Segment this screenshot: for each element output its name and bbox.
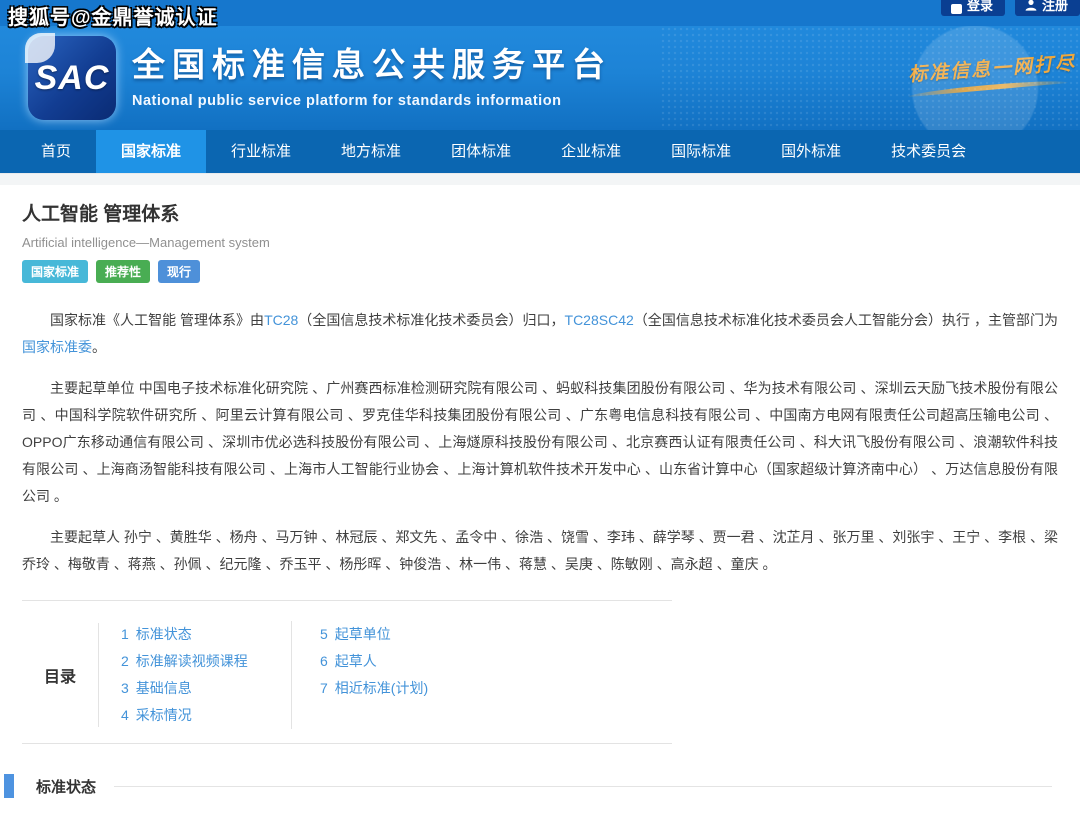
sac-logo-text: SAC xyxy=(35,59,110,98)
toc-link-1[interactable]: 1 标准状态 xyxy=(121,621,291,648)
status-timeline: 发布于 2024-11-28实施于 2024-11-28废止 xyxy=(0,806,1080,821)
status-section: 标准状态 发布于 2024-11-28实施于 2024-11-28废止 xyxy=(0,774,1080,821)
text-segment-0: 国家标准《人工智能 管理体系》由 xyxy=(50,312,264,328)
main-content: 人工智能 管理体系 Artificial intelligence—Manage… xyxy=(0,185,1080,821)
login-label: 登录 xyxy=(967,0,993,14)
header-slogan: 标准信息一网打尽 xyxy=(908,54,1068,90)
table-of-contents: 目录 1 标准状态 2 标准解读视频课程 3 基础信息 4 采标情况 5 起草单位 6 起草人 7 相近… xyxy=(22,600,672,744)
toc-link-label: 起草人 xyxy=(335,653,377,669)
toc-link-label: 基础信息 xyxy=(136,680,192,696)
toc-link-label: 相近标准(计划) xyxy=(335,680,428,696)
status-section-title: 标准状态 xyxy=(36,776,96,797)
nav-item-2[interactable]: 行业标准 xyxy=(206,130,316,173)
watermark-text: 搜狐号@金鼎誉诚认证 xyxy=(8,1,218,30)
nav-item-7[interactable]: 国外标准 xyxy=(756,130,866,173)
login-button[interactable]: 登录 xyxy=(941,0,1005,16)
standard-title: 人工智能 管理体系 xyxy=(22,199,1058,226)
toc-link-label: 标准状态 xyxy=(136,626,192,642)
content-gap xyxy=(0,173,1080,185)
status-heading-row: 标准状态 xyxy=(0,774,1080,798)
toc-num: 7 xyxy=(320,680,328,696)
toc-num: 4 xyxy=(121,707,129,723)
badge-list: 国家标准推荐性现行 xyxy=(22,260,1058,283)
toc-num: 6 xyxy=(320,653,328,669)
text-segment-6: 。 xyxy=(92,339,106,355)
status-heading-rule xyxy=(114,786,1052,787)
inline-link-5[interactable]: 国家标准委 xyxy=(22,339,92,355)
toc-link-6[interactable]: 6 起草人 xyxy=(320,648,428,675)
nav-item-8[interactable]: 技术委员会 xyxy=(866,130,991,173)
nav-item-3[interactable]: 地方标准 xyxy=(316,130,426,173)
toc-column-2: 5 起草单位 6 起草人 7 相近标准(计划) xyxy=(291,621,428,729)
toc-link-5[interactable]: 5 起草单位 xyxy=(320,621,428,648)
page: 搜狐号@金鼎誉诚认证 登录 注册 SAC 全国标准信息公共服务平台 Nation… xyxy=(0,0,1080,821)
nav-list: 首页国家标准行业标准地方标准团体标准企业标准国际标准国外标准技术委员会 xyxy=(0,130,1080,173)
text-segment-2: （全国信息技术标准化技术委员会）归口， xyxy=(298,312,564,328)
site-subtitle: National public service platform for sta… xyxy=(132,93,612,109)
login-icon xyxy=(951,4,962,14)
section-accent-bar xyxy=(4,774,14,798)
toc-num: 5 xyxy=(320,626,328,642)
toc-link-label: 起草单位 xyxy=(335,626,391,642)
toc-num: 1 xyxy=(121,626,129,642)
status-badge-2: 现行 xyxy=(158,260,200,283)
toc-column-1: 1 标准状态 2 标准解读视频课程 3 基础信息 4 采标情况 xyxy=(99,621,291,729)
toc-label: 目录 xyxy=(22,621,98,729)
toc-link-7[interactable]: 7 相近标准(计划) xyxy=(320,675,428,702)
topbar: 搜狐号@金鼎誉诚认证 登录 注册 xyxy=(0,0,1080,26)
site-titles: 全国标准信息公共服务平台 National public service pla… xyxy=(132,38,612,109)
main-nav: 首页国家标准行业标准地方标准团体标准企业标准国际标准国外标准技术委员会 xyxy=(0,130,1080,173)
toc-link-label: 采标情况 xyxy=(136,707,192,723)
site-title: 全国标准信息公共服务平台 xyxy=(132,38,612,86)
toc-link-3[interactable]: 3 基础信息 xyxy=(121,675,291,702)
toc-columns: 1 标准状态 2 标准解读视频课程 3 基础信息 4 采标情况 5 起草单位 6 起草人 7 相近标准(… xyxy=(99,621,672,729)
nav-item-4[interactable]: 团体标准 xyxy=(426,130,536,173)
standard-title-en: Artificial intelligence—Management syste… xyxy=(22,235,1058,250)
text-segment-4: （全国信息技术标准化技术委员会人工智能分会）执行 ，主管部门为 xyxy=(634,312,1058,328)
toc-link-2[interactable]: 2 标准解读视频课程 xyxy=(121,648,291,675)
nav-item-0[interactable]: 首页 xyxy=(16,130,96,173)
toc-link-label: 标准解读视频课程 xyxy=(136,653,248,669)
register-button[interactable]: 注册 xyxy=(1015,0,1080,16)
site-header: SAC 全国标准信息公共服务平台 National public service… xyxy=(0,26,1080,130)
toc-num: 2 xyxy=(121,653,129,669)
nav-item-1[interactable]: 国家标准 xyxy=(96,130,206,173)
para-drafting-units: 主要起草单位 中国电子技术标准化研究院 、广州赛西标准检测研究院有限公司 、蚂蚁… xyxy=(22,375,1058,510)
inline-link-3[interactable]: TC28SC42 xyxy=(565,312,634,328)
toc-link-4[interactable]: 4 采标情况 xyxy=(121,702,291,729)
auth-buttons: 登录 注册 xyxy=(941,0,1080,16)
nav-item-5[interactable]: 企业标准 xyxy=(536,130,646,173)
status-badge-1: 推荐性 xyxy=(96,260,150,283)
para-committee: 国家标准《人工智能 管理体系》由TC28（全国信息技术标准化技术委员会）归口，T… xyxy=(22,307,1058,361)
sac-logo[interactable]: SAC xyxy=(28,36,116,120)
para-drafters: 主要起草人 孙宁 、黄胜华 、杨舟 、马万钟 、林冠辰 、郑文先 、孟令中 、徐… xyxy=(22,524,1058,578)
status-badge-0: 国家标准 xyxy=(22,260,88,283)
person-icon xyxy=(1025,0,1037,14)
toc-num: 3 xyxy=(121,680,129,696)
register-label: 注册 xyxy=(1042,0,1068,14)
standard-description: 国家标准《人工智能 管理体系》由TC28（全国信息技术标准化技术委员会）归口，T… xyxy=(22,307,1058,578)
inline-link-1[interactable]: TC28 xyxy=(264,312,298,328)
nav-item-6[interactable]: 国际标准 xyxy=(646,130,756,173)
